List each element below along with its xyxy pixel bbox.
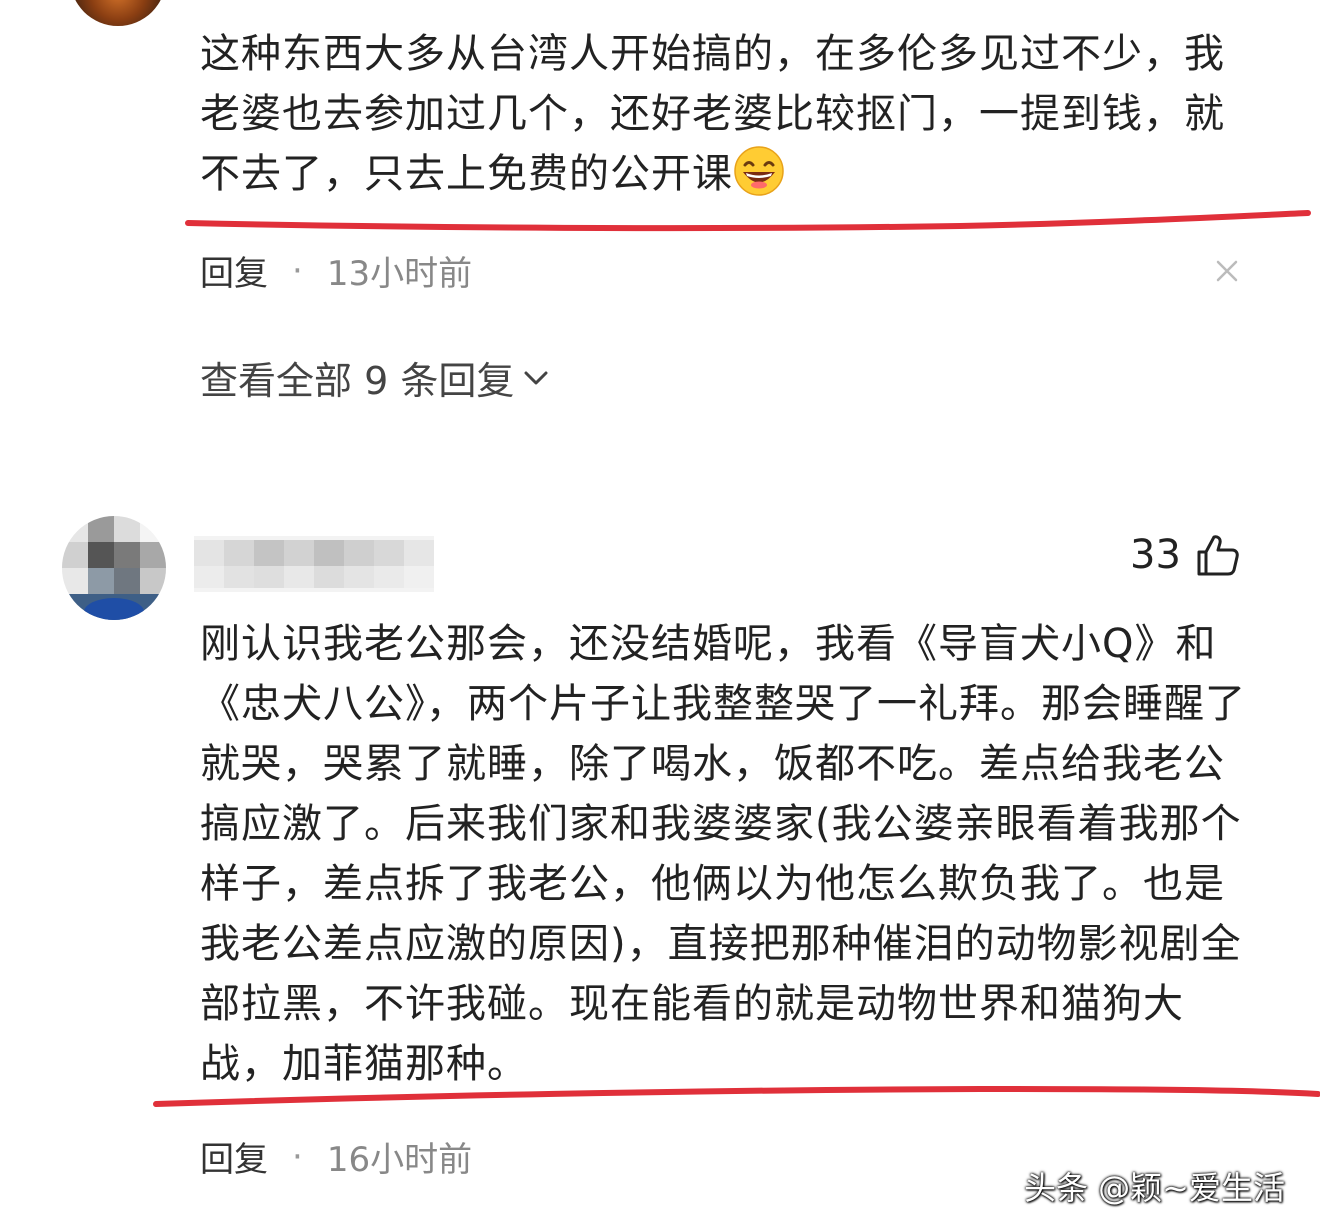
pixelated-avatar-image: [62, 516, 166, 620]
timestamp: 16小时前: [326, 1140, 473, 1180]
timestamp: 13小时前: [326, 254, 473, 294]
comment-meta: 回复 · 13小时前: [200, 246, 472, 295]
like-button[interactable]: 33: [1130, 532, 1241, 578]
separator: ·: [292, 1136, 303, 1177]
reply-button[interactable]: 回复: [200, 1132, 268, 1181]
laughing-emoji-icon: [734, 146, 784, 196]
comment-text: 刚认识我老公那会，还没结婚呢，我看《导盲犬小Q》和《忠犬八公》，两个片子让我整整…: [200, 621, 1246, 1087]
separator: ·: [292, 250, 303, 291]
watermark: 头条 @颖~爱生活: [1024, 1169, 1285, 1207]
view-all-replies-label: 查看全部 9 条回复: [200, 359, 515, 403]
reply-button[interactable]: 回复: [200, 246, 268, 295]
comment-body: 刚认识我老公那会，还没结婚呢，我看《导盲犬小Q》和《忠犬八公》，两个片子让我整整…: [200, 614, 1260, 1094]
view-all-replies-button[interactable]: 查看全部 9 条回复: [200, 350, 552, 405]
comment-meta: 回复 · 16小时前: [200, 1132, 472, 1181]
pixelated-username: [194, 536, 434, 592]
comment-body: 这种东西大多从台湾人开始搞的，在多伦多见过不少，我老婆也去参加过几个，还好老婆比…: [200, 24, 1260, 204]
comment-thread: 这种东西大多从台湾人开始搞的，在多伦多见过不少，我老婆也去参加过几个，还好老婆比…: [0, 0, 1320, 1230]
thumbs-up-icon: [1197, 535, 1239, 576]
avatar[interactable]: [70, 0, 166, 26]
username-blurred[interactable]: [194, 536, 434, 592]
close-icon[interactable]: [1210, 254, 1244, 288]
avatar[interactable]: [62, 516, 166, 620]
comment-text: 这种东西大多从台湾人开始搞的，在多伦多见过不少，我老婆也去参加过几个，还好老婆比…: [200, 31, 1225, 197]
chevron-down-icon: [524, 371, 548, 384]
like-count: 33: [1130, 532, 1181, 578]
